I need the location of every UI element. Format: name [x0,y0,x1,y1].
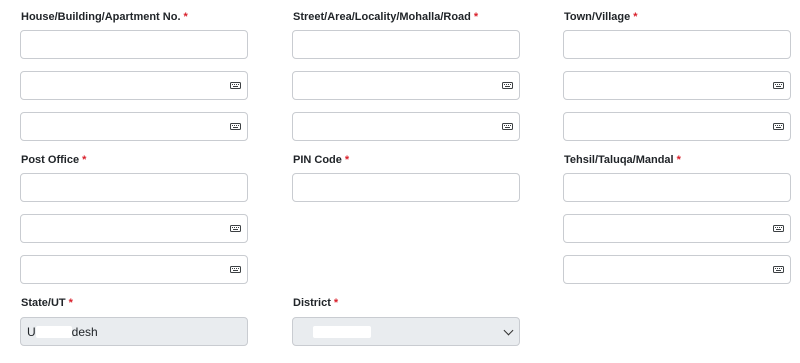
pin-code-text-input[interactable] [293,174,499,201]
required-asterisk: * [344,154,350,166]
chevron-down-icon[interactable] [503,325,514,336]
keyboard-icon[interactable] [502,123,513,130]
post-office-regional-1-text-input[interactable] [21,215,227,242]
keyboard-icon[interactable] [230,266,241,273]
keyboard-icon[interactable] [773,123,784,130]
town-label: Town/Village * [564,11,638,23]
redacted-area [35,326,72,338]
keyboard-icon[interactable] [773,266,784,273]
town-input-regional-2[interactable] [563,112,791,141]
house-input-regional-2[interactable] [20,112,248,141]
post-office-input[interactable] [20,173,248,202]
house-text-input[interactable] [21,31,227,58]
town-regional-2-text-input[interactable] [564,113,770,140]
pin-code-label: PIN Code * [293,154,350,166]
pin-code-input[interactable] [292,173,520,202]
tehsil-text-input[interactable] [564,174,770,201]
tehsil-input-regional-1[interactable] [563,214,791,243]
keyboard-icon[interactable] [773,225,784,232]
redacted-area [313,326,371,338]
tehsil-input-regional-2[interactable] [563,255,791,284]
required-asterisk: * [68,297,73,309]
street-text-input[interactable] [293,31,499,58]
keyboard-icon[interactable] [502,82,513,89]
required-asterisk: * [183,11,188,23]
house-input-regional-1[interactable] [20,71,248,100]
district-select[interactable] [292,317,520,346]
street-label: Street/Area/Locality/Mohalla/Road * [293,11,479,23]
street-regional-1-text-input[interactable] [293,72,499,99]
keyboard-icon[interactable] [230,123,241,130]
tehsil-regional-1-text-input[interactable] [564,215,770,242]
town-text-input[interactable] [564,31,770,58]
keyboard-icon[interactable] [230,82,241,89]
post-office-input-regional-1[interactable] [20,214,248,243]
post-office-label: Post Office * [21,154,87,166]
keyboard-icon[interactable] [230,225,241,232]
district-label: District * [293,297,339,309]
state-label: State/UT * [21,297,73,309]
keyboard-icon[interactable] [773,82,784,89]
required-asterisk: * [333,297,339,309]
house-input[interactable] [20,30,248,59]
house-regional-1-text-input[interactable] [21,72,227,99]
post-office-text-input[interactable] [21,174,227,201]
town-regional-1-text-input[interactable] [564,72,770,99]
tehsil-input[interactable] [563,173,791,202]
house-label: House/Building/Apartment No. * [21,11,188,23]
town-input-regional-1[interactable] [563,71,791,100]
street-regional-2-text-input[interactable] [293,113,499,140]
post-office-regional-2-text-input[interactable] [21,256,227,283]
state-field: Udesh [20,317,248,346]
state-value: Udesh [27,325,98,339]
required-asterisk: * [473,11,479,23]
street-input[interactable] [292,30,520,59]
post-office-input-regional-2[interactable] [20,255,248,284]
required-asterisk: * [633,11,638,23]
required-asterisk: * [676,154,681,166]
house-regional-2-text-input[interactable] [21,113,227,140]
required-asterisk: * [82,154,87,166]
street-input-regional-1[interactable] [292,71,520,100]
town-input[interactable] [563,30,791,59]
tehsil-label: Tehsil/Taluqa/Mandal * [564,154,681,166]
tehsil-regional-2-text-input[interactable] [564,256,770,283]
street-input-regional-2[interactable] [292,112,520,141]
